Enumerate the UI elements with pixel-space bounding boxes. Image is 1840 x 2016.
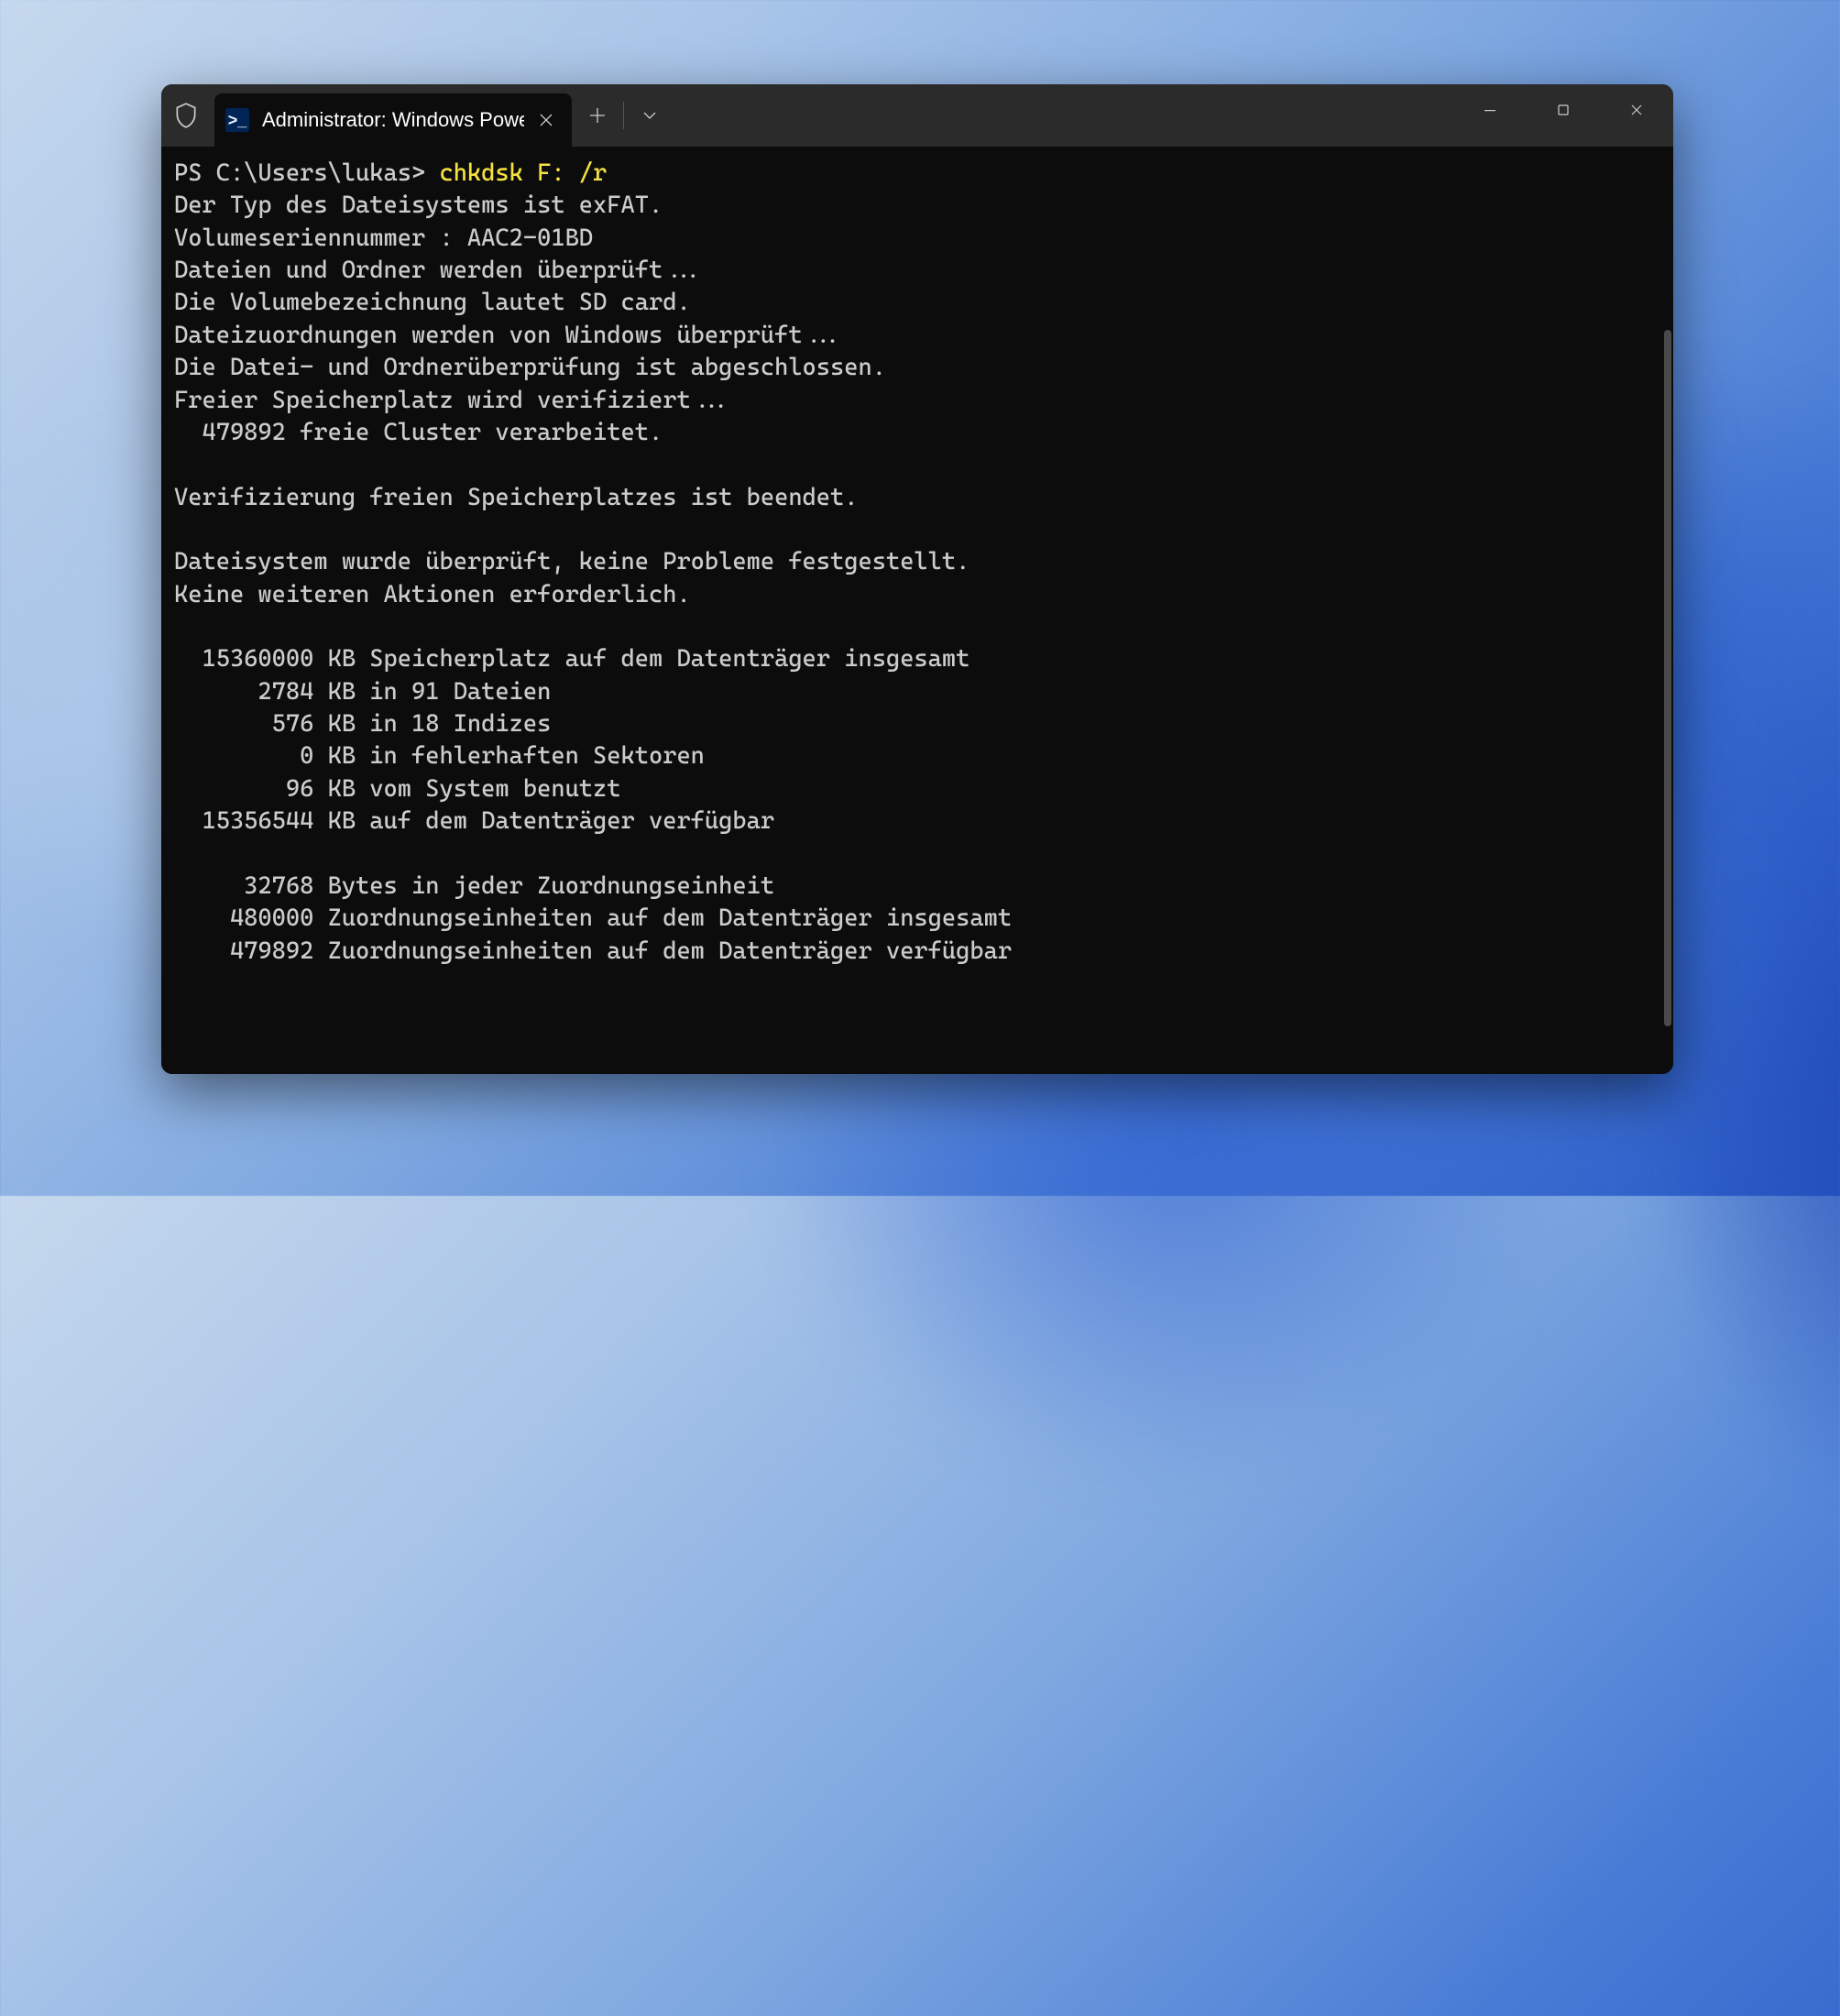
prompt: PS C:\Users\lukas> bbox=[174, 159, 439, 187]
close-icon bbox=[1629, 103, 1644, 117]
output-lines: Der Typ des Dateisystems ist exFAT. Volu… bbox=[174, 192, 1012, 964]
active-tab[interactable]: >_ Administrator: Windows Powe bbox=[214, 93, 572, 147]
minimize-icon bbox=[1483, 103, 1497, 117]
tab-actions bbox=[572, 84, 675, 147]
command: chkdsk F: /r bbox=[439, 159, 607, 187]
terminal-window: >_ Administrator: Windows Powe bbox=[161, 84, 1673, 1074]
titlebar[interactable]: >_ Administrator: Windows Powe bbox=[161, 84, 1673, 147]
plus-icon bbox=[589, 107, 606, 124]
powershell-icon: >_ bbox=[225, 108, 249, 132]
maximize-button[interactable] bbox=[1527, 84, 1600, 136]
close-window-button[interactable] bbox=[1600, 84, 1673, 136]
minimize-button[interactable] bbox=[1453, 84, 1527, 136]
scrollbar[interactable] bbox=[1664, 330, 1671, 1026]
close-icon bbox=[540, 114, 553, 126]
terminal-output: PS C:\Users\lukas> chkdsk F: /r Der Typ … bbox=[174, 158, 1666, 968]
tab-dropdown-button[interactable] bbox=[624, 93, 675, 137]
terminal-content[interactable]: PS C:\Users\lukas> chkdsk F: /r Der Typ … bbox=[161, 147, 1673, 1074]
maximize-icon bbox=[1556, 103, 1571, 117]
chevron-down-icon bbox=[642, 111, 657, 120]
tab-title: Administrator: Windows Powe bbox=[262, 108, 524, 132]
close-tab-button[interactable] bbox=[531, 105, 561, 135]
admin-shield-area bbox=[161, 84, 211, 147]
new-tab-button[interactable] bbox=[572, 93, 623, 137]
window-controls bbox=[1453, 84, 1673, 136]
shield-icon bbox=[174, 102, 198, 129]
